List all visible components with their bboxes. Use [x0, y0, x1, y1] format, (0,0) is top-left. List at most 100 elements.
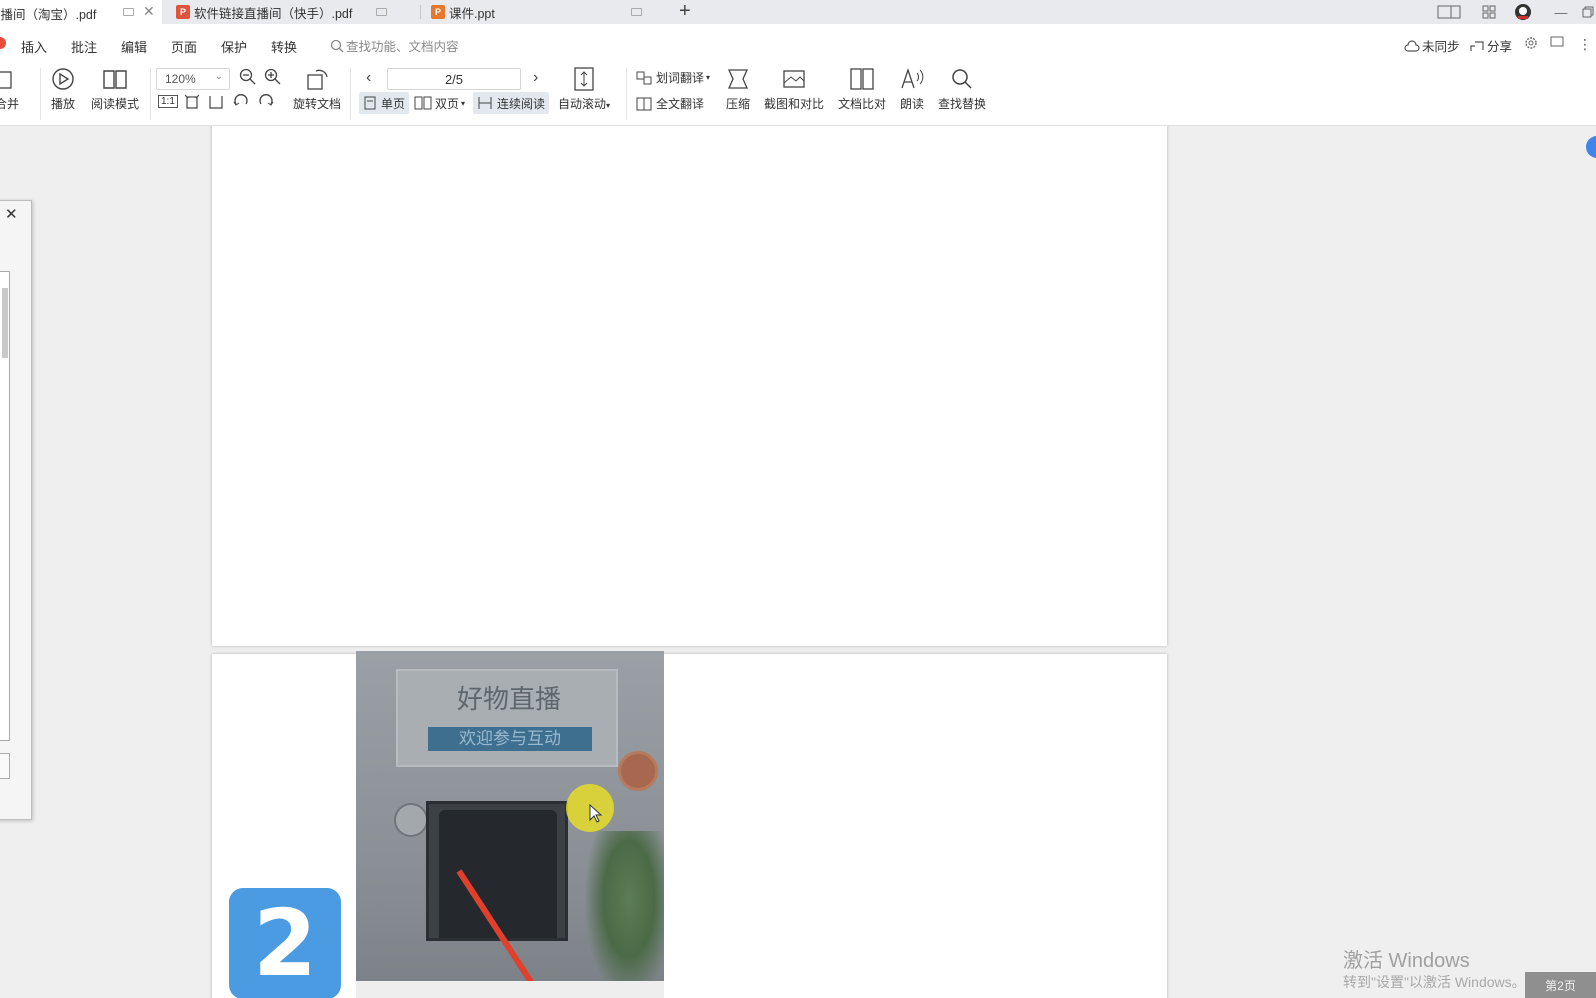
- rotate-left-icon[interactable]: [233, 94, 249, 110]
- live-stream-photo: 好物直播 欢迎参与互动: [356, 651, 664, 998]
- tab-bar: 直播间（淘宝）.pdf ✕ P 软件链接直播间（快手）.pdf P 课件.ppt…: [0, 0, 1596, 24]
- double-page-button[interactable]: 双页 ▾: [410, 92, 469, 114]
- tab-taobao-pdf[interactable]: 直播间（淘宝）.pdf ✕: [0, 0, 162, 24]
- auto-scroll-icon: [571, 66, 597, 92]
- merge-button[interactable]: 合并: [0, 66, 20, 112]
- double-page-label: 双页: [435, 96, 460, 111]
- share-icon: [1470, 40, 1484, 51]
- page-badge: 第2页: [1525, 972, 1596, 998]
- single-page-icon: [364, 96, 376, 110]
- share-button[interactable]: 分享: [1470, 36, 1512, 55]
- avatar[interactable]: [1512, 2, 1534, 22]
- side-panel-dialog: ✕: [0, 200, 32, 820]
- more-menu-icon[interactable]: ⋮: [1578, 36, 1592, 53]
- scrollbar-thumb[interactable]: [2, 288, 8, 358]
- rotate-document-label: 旋转文档: [293, 97, 342, 111]
- pin-icon[interactable]: [376, 8, 387, 16]
- grid-icon[interactable]: [1479, 2, 1499, 22]
- clock-icon: [394, 803, 428, 837]
- plant-image: [584, 831, 664, 998]
- next-page-icon[interactable]: ›: [533, 69, 538, 87]
- tab-kuaishou-pdf[interactable]: P 软件链接直播间（快手）.pdf: [176, 0, 410, 24]
- translate-icon: [636, 71, 652, 84]
- find-replace-button[interactable]: 查找替换: [938, 66, 986, 112]
- menu-protect[interactable]: 保护: [221, 37, 247, 56]
- close-icon[interactable]: ✕: [5, 205, 18, 223]
- actual-size-button[interactable]: 1:1: [158, 95, 178, 108]
- message-icon[interactable]: [1550, 36, 1564, 48]
- full-translate-button[interactable]: 全文翻译: [636, 95, 704, 112]
- banner-sign: 好物直播 欢迎参与互动: [396, 669, 618, 767]
- pin-icon[interactable]: [123, 8, 134, 16]
- book-icon: [102, 66, 128, 92]
- mouse-cursor-icon: [589, 804, 603, 823]
- continuous-read-button[interactable]: 连续阅读: [473, 92, 550, 114]
- compress-icon: [725, 66, 751, 92]
- search-input[interactable]: 查找功能、文档内容: [330, 36, 459, 55]
- pin-icon[interactable]: [631, 8, 642, 16]
- continuous-icon: [478, 97, 492, 109]
- fit-width-icon[interactable]: [208, 94, 224, 110]
- sign-title: 好物直播: [456, 685, 561, 715]
- play-button[interactable]: 播放: [50, 66, 76, 112]
- tab-label: 直播间（淘宝）.pdf: [0, 8, 97, 22]
- merge-icon: [0, 66, 20, 92]
- sync-button[interactable]: 未同步: [1404, 36, 1460, 55]
- side-panel-button[interactable]: [0, 753, 10, 779]
- close-icon[interactable]: ✕: [143, 3, 155, 20]
- toolbar-divider: [350, 68, 351, 120]
- read-mode-button[interactable]: 阅读模式: [91, 66, 139, 112]
- prev-page-icon[interactable]: ‹: [366, 69, 371, 87]
- tab-courseware-ppt[interactable]: P 课件.ppt: [431, 0, 671, 24]
- single-page-button[interactable]: 单页: [359, 92, 410, 114]
- chevron-down-icon: ⌄: [214, 71, 223, 82]
- compress-label: 压缩: [725, 97, 750, 111]
- screenshot-compare-label: 截图和对比: [764, 97, 825, 111]
- tab-separator: [420, 5, 421, 19]
- menu-annotate[interactable]: 批注: [71, 37, 97, 56]
- menu-edit[interactable]: 编辑: [121, 37, 147, 56]
- page-number-input[interactable]: 2/5: [387, 68, 521, 90]
- rotate-document-button[interactable]: 旋转文档: [293, 66, 341, 112]
- compress-button[interactable]: 压缩: [725, 66, 751, 112]
- rotate-document-icon: [304, 66, 330, 92]
- read-aloud-button[interactable]: 朗读: [899, 66, 925, 112]
- new-tab-button[interactable]: +: [679, 0, 691, 22]
- document-area[interactable]: 2 好物直播 欢迎参与互动 ✕ 激活 Windows 转到"设置"以激活 Win…: [0, 126, 1596, 998]
- menu-page[interactable]: 页面: [171, 37, 197, 56]
- minimize-icon[interactable]: —: [1553, 2, 1569, 22]
- fit-page-icon[interactable]: [184, 94, 200, 110]
- settings-gear-icon[interactable]: [1524, 36, 1538, 50]
- merge-label: 合并: [0, 97, 19, 111]
- doc-compare-label: 文档比对: [838, 97, 887, 111]
- side-panel-list[interactable]: [0, 271, 10, 741]
- menu-convert[interactable]: 转换: [271, 37, 297, 56]
- zoom-out-icon[interactable]: [239, 68, 257, 86]
- floating-assistant-icon[interactable]: [1586, 136, 1596, 158]
- toolbar-divider: [150, 68, 151, 120]
- word-translate-label: 划词翻译: [656, 71, 705, 85]
- menu-insert[interactable]: 插入: [21, 37, 47, 56]
- rotate-right-icon[interactable]: [258, 94, 274, 110]
- activation-watermark-title: 激活 Windows: [1343, 950, 1470, 972]
- search-icon: [330, 39, 344, 52]
- restore-icon[interactable]: [1580, 2, 1596, 22]
- word-translate-button[interactable]: 划词翻译 ▾: [636, 69, 710, 86]
- play-icon: [50, 66, 76, 92]
- menu-bar: 插入 批注 编辑 页面 保护 转换 查找功能、文档内容 未同步 分享 ⋮: [0, 24, 1596, 62]
- layout-toggle-icon[interactable]: [1436, 2, 1462, 22]
- pdf-page-1: [212, 126, 1167, 646]
- tab-label: 课件.ppt: [449, 6, 495, 21]
- toolbar-divider: [40, 68, 41, 120]
- screenshot-compare-button[interactable]: 截图和对比: [764, 66, 824, 112]
- zoom-select[interactable]: 120% ⌄: [156, 68, 230, 90]
- doc-compare-button[interactable]: 文档比对: [838, 66, 886, 112]
- chevron-down-icon: ▾: [461, 98, 466, 108]
- app-menu-icon[interactable]: [0, 37, 6, 49]
- pdf-icon: P: [176, 5, 190, 19]
- auto-scroll-button[interactable]: 自动滚动▾: [558, 66, 610, 112]
- share-label: 分享: [1487, 40, 1513, 54]
- continuous-label: 连续阅读: [497, 96, 546, 111]
- zoom-in-icon[interactable]: [264, 68, 282, 86]
- doc-compare-icon: [849, 66, 875, 92]
